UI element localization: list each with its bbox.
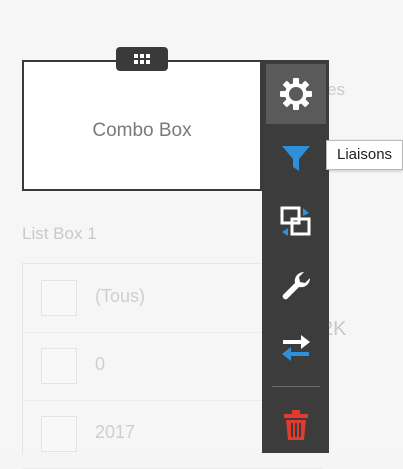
- toolbar-divider: [272, 386, 320, 387]
- list-item-label: 0: [95, 354, 106, 374]
- combo-box-widget[interactable]: Combo Box: [22, 60, 262, 191]
- background-partial-title: es: [327, 80, 345, 99]
- widget-toolbar: [262, 60, 329, 453]
- grip-dots-icon: [134, 54, 150, 64]
- wrench-icon: [282, 271, 311, 300]
- tools-button[interactable]: [266, 256, 326, 316]
- list-item-checkbox[interactable]: [41, 280, 77, 316]
- list-item-checkbox[interactable]: [41, 416, 77, 452]
- arrows-exchange-icon: [282, 335, 310, 361]
- drag-handle[interactable]: [116, 47, 168, 71]
- trash-icon: [284, 410, 308, 440]
- filter-icon: [282, 146, 310, 171]
- list-item-checkbox[interactable]: [41, 348, 77, 384]
- filter-button[interactable]: [266, 128, 326, 188]
- delete-button[interactable]: [266, 395, 326, 455]
- gear-icon: [280, 78, 312, 110]
- settings-button[interactable]: [266, 64, 326, 124]
- swap-widget-icon: [280, 206, 311, 236]
- list-item-label: (Tous): [95, 286, 146, 306]
- dashboard-canvas: es List Box 1 2K (Tous) 0 2017 Combo Box: [0, 0, 403, 469]
- list-item-label: 2017: [95, 422, 136, 442]
- filter-tooltip: Liaisons: [326, 140, 403, 170]
- listbox-title: List Box 1: [22, 224, 97, 243]
- combo-box-label: Combo Box: [92, 120, 192, 141]
- exchange-button[interactable]: [266, 318, 326, 378]
- replace-widget-button[interactable]: [266, 192, 326, 252]
